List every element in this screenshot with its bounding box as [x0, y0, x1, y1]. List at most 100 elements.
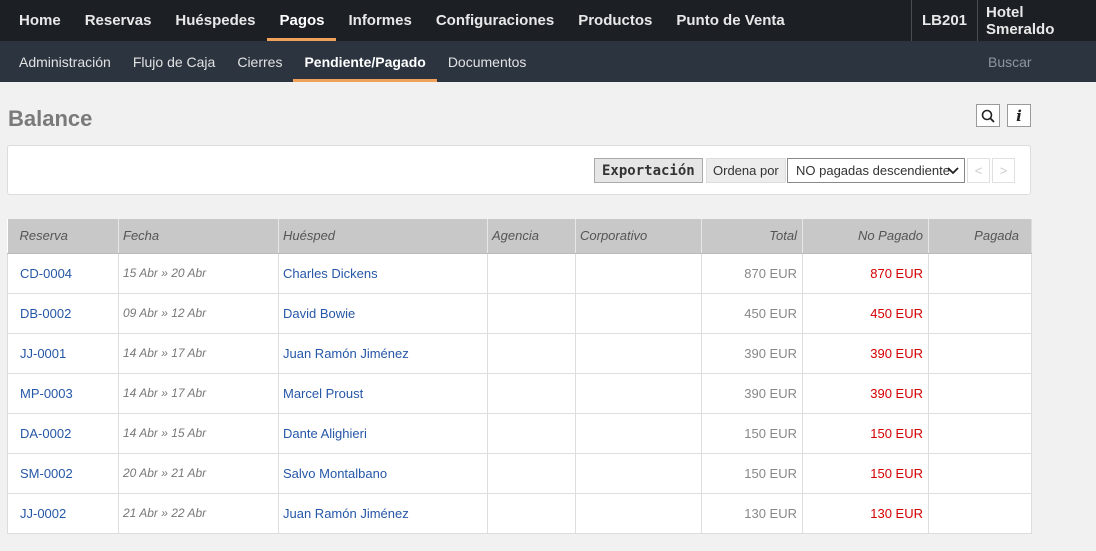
title-bar: Balance i	[0, 82, 1096, 145]
column-header-agencia[interactable]: Agencia	[487, 219, 576, 254]
cell-corporativo	[575, 253, 702, 294]
subnav-cierres[interactable]: Cierres	[226, 41, 293, 82]
top-navigation: Home Reservas Huéspedes Pagos Informes C…	[0, 0, 1096, 41]
column-header-no-pagado[interactable]: No Pagado	[802, 219, 929, 254]
column-header-huesped[interactable]: Huésped	[278, 219, 488, 254]
cell-huesped[interactable]: Salvo Montalbano	[278, 453, 488, 494]
nav-pagos[interactable]: Pagos	[267, 0, 337, 41]
cell-no-pagado: 390 EUR	[802, 373, 929, 414]
nav-reservas[interactable]: Reservas	[73, 0, 164, 41]
cell-no-pagado: 150 EUR	[802, 453, 929, 494]
table-body: CD-0004 15 Abr » 20 Abr Charles Dickens 870…	[7, 253, 1032, 534]
nav-home[interactable]: Home	[0, 0, 73, 41]
cell-agencia	[487, 493, 576, 534]
cell-reserva[interactable]: DA-0002	[7, 413, 119, 454]
cell-no-pagado: 130 EUR	[802, 493, 929, 534]
previous-page-button[interactable]: <	[967, 158, 990, 183]
hotel-name[interactable]: Hotel Smeraldo	[977, 0, 1096, 41]
cell-reserva[interactable]: JJ-0002	[7, 493, 119, 534]
table-row[interactable]: DA-0002 14 Abr » 15 Abr Dante Alighieri 150…	[7, 413, 1032, 454]
cell-fecha: 15 Abr » 20 Abr	[118, 253, 279, 294]
cell-fecha: 14 Abr » 17 Abr	[118, 373, 279, 414]
cell-corporativo	[575, 493, 702, 534]
nav-punto-de-venta[interactable]: Punto de Venta	[664, 0, 796, 41]
table-row[interactable]: SM-0002 20 Abr » 21 Abr Salvo Montalbano 15…	[7, 453, 1032, 494]
cell-total: 390 EUR	[701, 333, 803, 374]
table-row[interactable]: JJ-0002 21 Abr » 22 Abr Juan Ramón Jiménez…	[7, 493, 1032, 534]
cell-huesped[interactable]: Juan Ramón Jiménez	[278, 493, 488, 534]
table-row[interactable]: MP-0003 14 Abr » 17 Abr Marcel Proust 390 E…	[7, 373, 1032, 414]
next-page-button[interactable]: >	[992, 158, 1015, 183]
cell-reserva[interactable]: SM-0002	[7, 453, 119, 494]
cell-no-pagado: 390 EUR	[802, 333, 929, 374]
cell-agencia	[487, 413, 576, 454]
export-button[interactable]: Exportación	[594, 158, 703, 183]
cell-total: 150 EUR	[701, 453, 803, 494]
page-title: Balance	[8, 106, 93, 131]
cell-corporativo	[575, 333, 702, 374]
cell-no-pagado: 450 EUR	[802, 293, 929, 334]
balance-table-container: Reserva Fecha Huésped Agencia Corporativ…	[7, 219, 1032, 534]
cell-fecha: 09 Abr » 12 Abr	[118, 293, 279, 334]
search-button[interactable]	[976, 104, 1000, 127]
subnav-pendiente-pagado[interactable]: Pendiente/Pagado	[293, 41, 438, 82]
cell-corporativo	[575, 293, 702, 334]
cell-total: 130 EUR	[701, 493, 803, 534]
cell-total: 450 EUR	[701, 293, 803, 334]
sort-select[interactable]: NO pagadas descendiente	[787, 158, 965, 183]
subnav-flujo-de-caja[interactable]: Flujo de Caja	[122, 41, 227, 82]
subnav-administracion[interactable]: Administración	[0, 41, 122, 82]
toolbar: Exportación Ordena por NO pagadas descen…	[7, 145, 1031, 195]
cell-pagada	[928, 333, 1032, 374]
cell-corporativo	[575, 413, 702, 454]
nav-informes[interactable]: Informes	[336, 0, 423, 41]
cell-huesped[interactable]: Charles Dickens	[278, 253, 488, 294]
subnav-spacer	[537, 41, 976, 82]
cell-total: 870 EUR	[701, 253, 803, 294]
column-header-corporativo[interactable]: Corporativo	[575, 219, 702, 254]
chevron-down-icon	[947, 167, 959, 175]
cell-reserva[interactable]: MP-0003	[7, 373, 119, 414]
table-row[interactable]: JJ-0001 14 Abr » 17 Abr Juan Ramón Jiménez…	[7, 333, 1032, 374]
cell-huesped[interactable]: Marcel Proust	[278, 373, 488, 414]
search-icon	[981, 109, 995, 123]
cell-fecha: 21 Abr » 22 Abr	[118, 493, 279, 534]
table-header-row: Reserva Fecha Huésped Agencia Corporativ…	[7, 219, 1032, 254]
cell-corporativo	[575, 373, 702, 414]
nav-productos[interactable]: Productos	[566, 0, 664, 41]
cell-total: 390 EUR	[701, 373, 803, 414]
cell-reserva[interactable]: JJ-0001	[7, 333, 119, 374]
cell-fecha: 14 Abr » 17 Abr	[118, 333, 279, 374]
cell-agencia	[487, 373, 576, 414]
cell-reserva[interactable]: CD-0004	[7, 253, 119, 294]
table-row[interactable]: CD-0004 15 Abr » 20 Abr Charles Dickens 870…	[7, 253, 1032, 294]
column-header-fecha[interactable]: Fecha	[118, 219, 279, 254]
cell-pagada	[928, 293, 1032, 334]
cell-no-pagado: 150 EUR	[802, 413, 929, 454]
column-header-reserva[interactable]: Reserva	[7, 219, 119, 254]
cell-agencia	[487, 253, 576, 294]
search-input[interactable]: Buscar	[976, 41, 1096, 82]
cell-fecha: 14 Abr » 15 Abr	[118, 413, 279, 454]
column-header-total[interactable]: Total	[701, 219, 803, 254]
nav-huespedes[interactable]: Huéspedes	[163, 0, 267, 41]
sub-navigation: Administración Flujo de Caja Cierres Pen…	[0, 41, 1096, 82]
cell-huesped[interactable]: Juan Ramón Jiménez	[278, 333, 488, 374]
nav-configuraciones[interactable]: Configuraciones	[424, 0, 566, 41]
balance-table: Reserva Fecha Huésped Agencia Corporativ…	[7, 219, 1032, 534]
cell-corporativo	[575, 453, 702, 494]
cell-reserva[interactable]: DB-0002	[7, 293, 119, 334]
property-code[interactable]: LB201	[911, 0, 977, 41]
subnav-documentos[interactable]: Documentos	[437, 41, 538, 82]
cell-pagada	[928, 253, 1032, 294]
cell-agencia	[487, 453, 576, 494]
cell-huesped[interactable]: Dante Alighieri	[278, 413, 488, 454]
info-button[interactable]: i	[1007, 104, 1031, 127]
table-row[interactable]: DB-0002 09 Abr » 12 Abr David Bowie 450 EUR…	[7, 293, 1032, 334]
sort-select-value: NO pagadas descendiente	[796, 163, 950, 178]
cell-huesped[interactable]: David Bowie	[278, 293, 488, 334]
cell-total: 150 EUR	[701, 413, 803, 454]
column-header-pagada[interactable]: Pagada	[928, 219, 1032, 254]
info-icon: i	[1016, 106, 1022, 125]
